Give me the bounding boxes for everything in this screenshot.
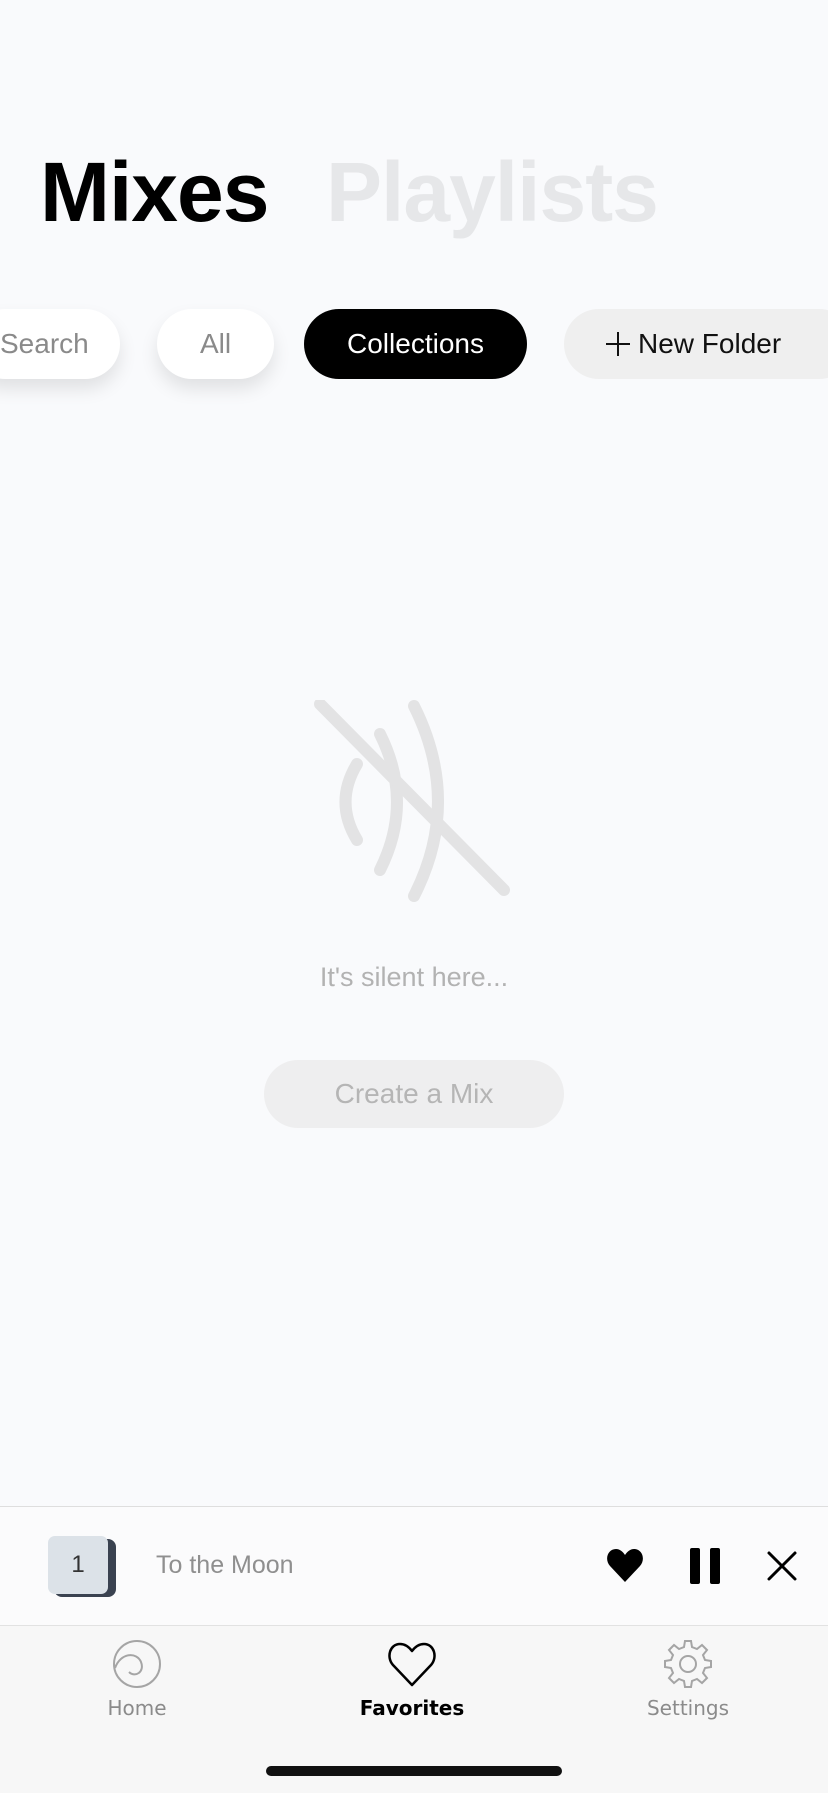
close-icon[interactable] (764, 1544, 800, 1593)
tab-playlists[interactable]: Playlists (326, 142, 659, 242)
new-folder-button[interactable]: New Folder (564, 309, 828, 379)
filter-all-chip[interactable]: All (157, 309, 274, 379)
empty-state-message: It's silent here... (319, 962, 509, 992)
tab-favorites-label: Favorites (359, 1696, 465, 1720)
tab-mixes[interactable]: Mixes (40, 142, 269, 242)
tab-favorites[interactable]: Favorites (322, 1638, 502, 1720)
track-thumbnail[interactable]: 1 (48, 1536, 108, 1594)
sound-waves-muted-icon (312, 698, 517, 905)
heart-icon[interactable] (606, 1544, 644, 1593)
filter-chips: Search All Collections New Folder (0, 309, 828, 379)
search-chip[interactable]: Search (0, 309, 120, 379)
tab-settings-label: Settings (646, 1696, 730, 1720)
plus-icon (606, 332, 630, 356)
now-playing-bar[interactable]: 1 To the Moon (0, 1506, 828, 1625)
home-indicator (266, 1766, 562, 1776)
new-folder-label: New Folder (638, 328, 782, 359)
tab-settings[interactable]: Settings (598, 1638, 778, 1720)
track-title[interactable]: To the Moon (156, 1547, 294, 1583)
tab-home[interactable]: Home (47, 1638, 227, 1720)
wave-logo-icon (113, 1640, 161, 1688)
tab-home-label: Home (107, 1696, 167, 1720)
gear-icon (664, 1640, 712, 1688)
create-mix-button[interactable]: Create a Mix (264, 1060, 564, 1128)
pause-icon[interactable] (686, 1544, 726, 1593)
filter-collections-chip[interactable]: Collections (304, 309, 527, 379)
heart-outline-icon (388, 1642, 436, 1687)
